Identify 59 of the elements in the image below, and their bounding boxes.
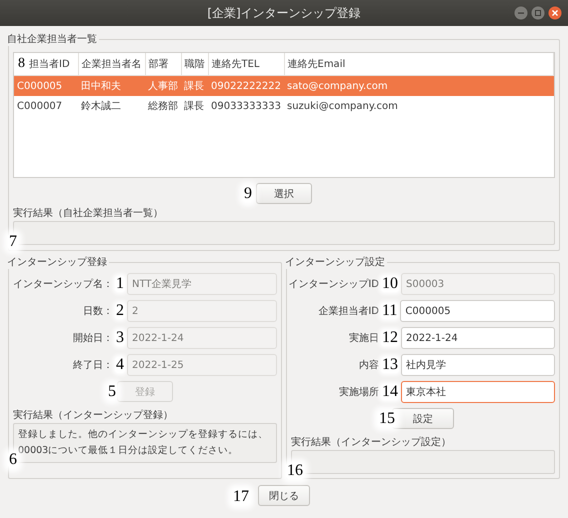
number-marker: 15 — [378, 411, 396, 427]
table-cell: suzuki@company.com — [284, 96, 554, 116]
column-header[interactable]: 連絡先TEL — [212, 59, 260, 70]
field-label: インターンシップID — [288, 278, 379, 291]
number-marker: 14 — [381, 384, 399, 400]
text-field[interactable]: 2022-1-24 — [401, 327, 555, 349]
number-marker: 2 — [115, 303, 125, 319]
number-marker: 6 — [8, 452, 18, 468]
number-marker: 8 — [17, 58, 26, 70]
window-title: [企業]インターンシップ登録 — [207, 4, 361, 22]
field-label: 企業担当者ID — [318, 304, 379, 318]
group-title: インターンシップ設定 — [284, 256, 386, 269]
table-row[interactable]: C000007 鈴木誠二 総務部 課長 09033333333 suzuki@company.com — [14, 96, 554, 116]
field-label: 日数： — [83, 305, 113, 318]
table-cell: 課長 — [181, 76, 208, 96]
group-title: インターンシップ登録 — [6, 256, 108, 269]
number-marker: 17 — [232, 489, 250, 505]
field-label: インターンシップ名： — [13, 278, 113, 291]
number-marker: 10 — [381, 276, 399, 292]
table-cell: C000007 — [14, 96, 78, 116]
table-cell: 09033333333 — [208, 96, 284, 116]
table-cell: 鈴木誠二 — [78, 96, 145, 116]
column-header[interactable]: 担当者ID — [29, 59, 70, 70]
number-marker: 12 — [381, 330, 399, 346]
column-header[interactable]: 職階 — [184, 59, 204, 70]
field-label: 開始日： — [73, 332, 113, 345]
number-marker: 11 — [381, 303, 398, 319]
text-field[interactable]: C000005 — [400, 300, 555, 322]
table-cell: 総務部 — [145, 96, 181, 116]
number-marker: 13 — [381, 357, 399, 373]
column-header[interactable]: 連絡先Email — [288, 59, 346, 70]
number-marker: 5 — [107, 384, 117, 400]
field-label: 終了日： — [73, 359, 113, 372]
table-cell: 田中和夫 — [78, 76, 145, 96]
number-marker: 3 — [115, 330, 125, 346]
number-marker: 9 — [243, 186, 253, 202]
result-label: 実行結果（インターンシップ登録） — [13, 408, 174, 422]
field-label: 実施場所 — [339, 386, 379, 399]
table-cell: sato@company.com — [284, 76, 554, 96]
group-title: 自社企業担当者一覧 — [6, 32, 98, 46]
result-label: 実行結果（インターンシップ設定） — [291, 436, 452, 449]
minimize-icon[interactable] — [514, 6, 528, 20]
table-cell: 人事部 — [145, 76, 181, 96]
number-marker: 7 — [8, 234, 18, 250]
number-marker: 4 — [115, 357, 125, 373]
result-label: 実行結果（自社企業担当者一覧） — [13, 206, 164, 220]
text-field[interactable]: 東京本社 — [401, 381, 555, 403]
table-cell: 09022222222 — [208, 76, 284, 96]
column-header[interactable]: 企業担当者名 — [82, 59, 142, 70]
field-label: 内容 — [359, 358, 379, 372]
number-marker: 1 — [115, 276, 125, 292]
table-cell: C000005 — [14, 76, 78, 96]
table-cell: 課長 — [181, 96, 208, 116]
close-button[interactable]: 閉じる — [258, 485, 310, 506]
column-header[interactable]: 部署 — [148, 59, 168, 70]
close-icon[interactable] — [548, 6, 562, 20]
text-field[interactable]: 社内見学 — [401, 354, 555, 376]
field-label: 実施日 — [349, 332, 379, 345]
number-marker: 16 — [286, 463, 304, 479]
